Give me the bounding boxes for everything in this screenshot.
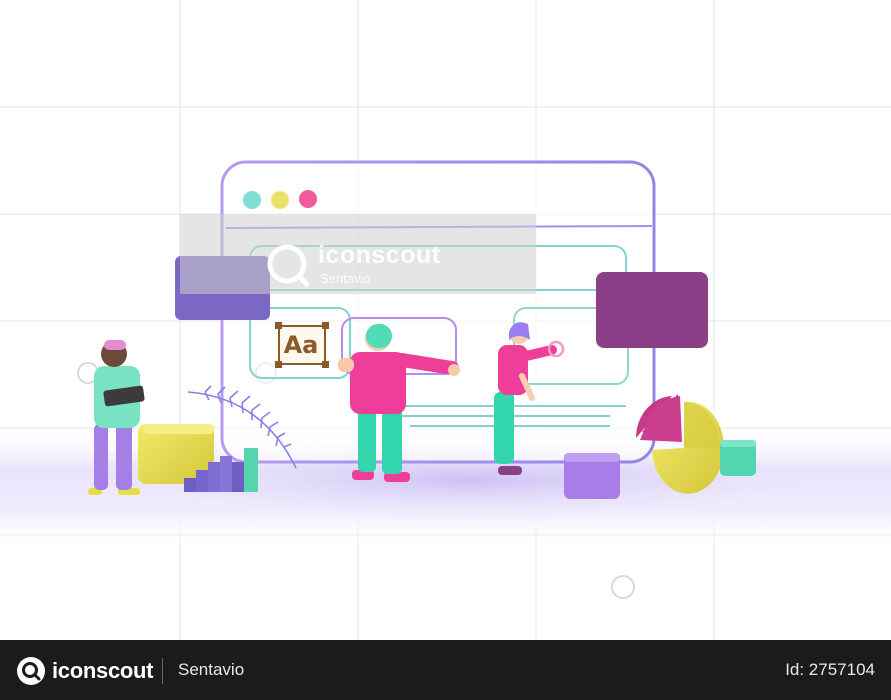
- iconscout-logo-icon: [17, 657, 45, 685]
- type-sample-label: Aa: [283, 331, 319, 359]
- footer-divider: [162, 658, 163, 684]
- illustration-stage: iconscout Sentavio Aa: [0, 0, 891, 640]
- window-dot-2: [271, 191, 289, 209]
- watermark-brand-text: iconscout: [318, 241, 441, 269]
- web-design-illustration: [0, 0, 891, 640]
- plum-panel: [596, 272, 708, 348]
- window-dot-3: [299, 190, 317, 208]
- purple-cube: [564, 453, 620, 499]
- window-dot-1: [243, 191, 261, 209]
- footer-asset-id: Id: 2757104: [785, 660, 875, 679]
- footer-author[interactable]: Sentavio: [178, 660, 244, 680]
- footer-brand-name: iconscout: [52, 658, 154, 683]
- footer-bar: iconscout Sentavio Id: 2757104: [0, 640, 891, 700]
- footer-brand[interactable]: iconscout: [16, 656, 154, 686]
- watermark-author-text: Sentavio: [320, 271, 371, 286]
- mint-cube: [720, 440, 756, 476]
